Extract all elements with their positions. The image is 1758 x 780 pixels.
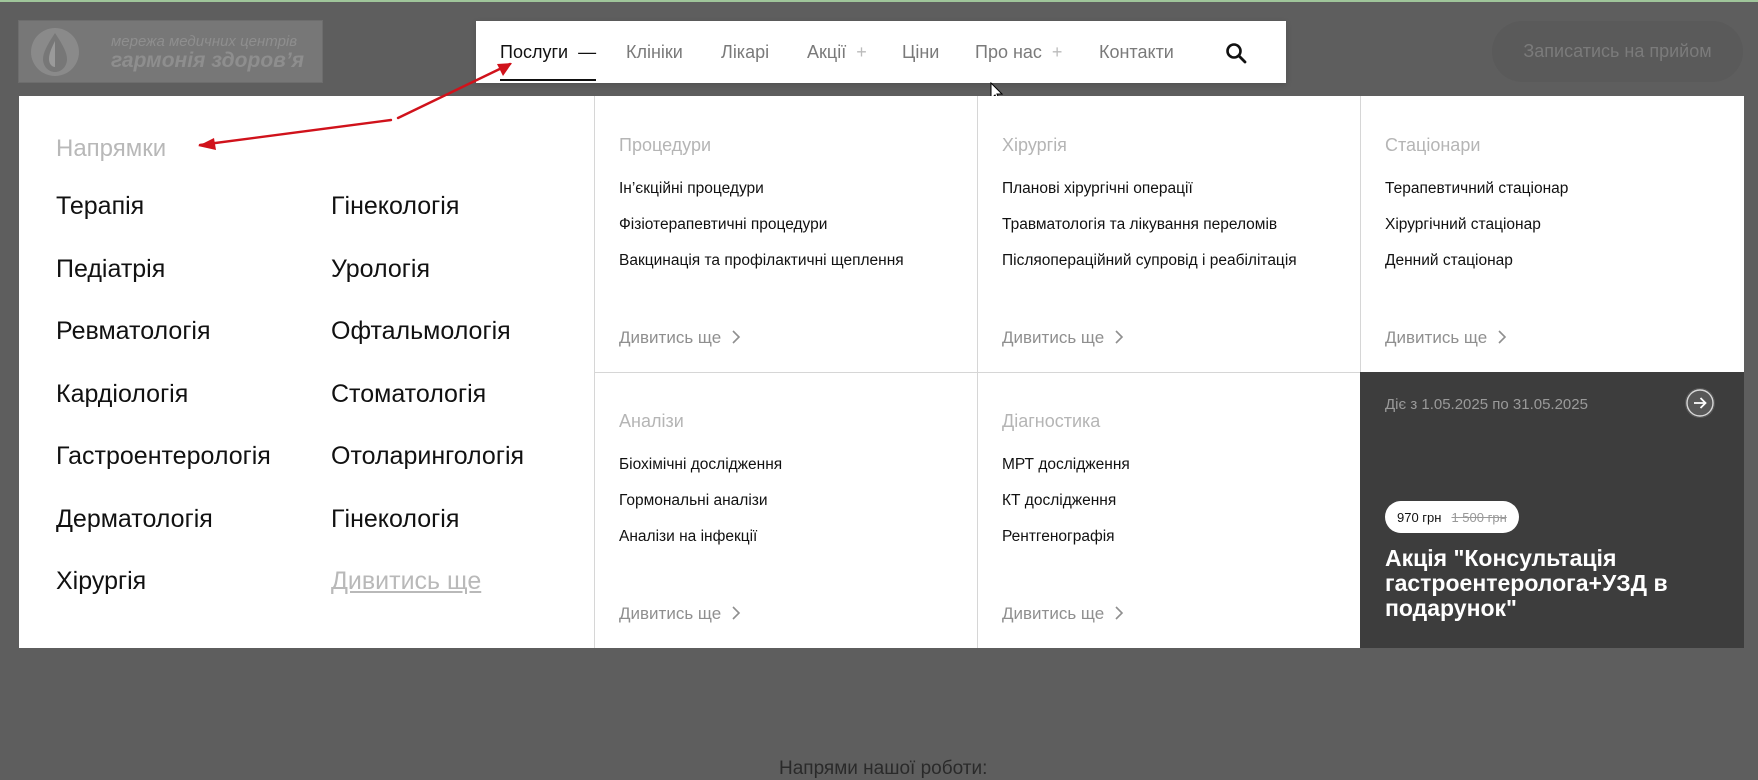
price-new: 970 грн <box>1397 509 1442 525</box>
promo-card[interactable]: Діє з 1.05.2025 по 31.05.2025 970 грн 1 … <box>1360 372 1744 648</box>
direction-link[interactable]: Гінекологія <box>331 192 459 221</box>
direction-link[interactable]: Дерматологія <box>56 505 213 534</box>
nav-item-label: Ціни <box>902 42 940 62</box>
price-old: 1 500 грн <box>1451 509 1507 525</box>
nav-item-label: Лікарі <box>721 42 770 62</box>
see-more-label: Дивитись ще <box>1002 328 1105 347</box>
see-more-label: Дивитись ще <box>619 328 722 347</box>
see-more-link[interactable]: Дивитись ще <box>1002 328 1124 348</box>
nav-item-clinics[interactable]: Клініки <box>626 42 683 63</box>
section-link[interactable]: Вакцинація та профілактичні щеплення <box>619 252 904 270</box>
price-badge: 970 грн 1 500 грн <box>1385 501 1519 533</box>
section-link[interactable]: Аналізи на інфекції <box>619 528 757 546</box>
section-heading: Напрями нашої роботи: <box>779 758 988 779</box>
chevron-right-icon <box>1498 330 1507 344</box>
section-title: Аналізи <box>619 411 684 431</box>
nav-item-label: Контакти <box>1099 42 1174 62</box>
nav-item-services[interactable]: Послуги — <box>500 42 596 63</box>
arrow-right-icon[interactable] <box>1685 388 1715 418</box>
section-surgery: Хірургія Планові хірургічні операції Тра… <box>977 96 1360 372</box>
direction-link[interactable]: Урологія <box>331 255 430 284</box>
section-inpatient: Стаціонари Терапевтичний стаціонар Хірур… <box>1360 96 1744 372</box>
see-more-label: Дивитись ще <box>1385 328 1488 347</box>
plus-icon: + <box>856 42 867 62</box>
see-more-label: Дивитись ще <box>619 604 722 623</box>
logo[interactable]: мережа медичних центрів гармонія здоров’… <box>18 20 323 83</box>
section-link[interactable]: Біохімічні дослідження <box>619 456 782 474</box>
see-more-link[interactable]: Дивитись ще <box>619 604 741 624</box>
section-link[interactable]: Травматологія та лікування переломів <box>1002 216 1277 234</box>
section-link[interactable]: Хірургічний стаціонар <box>1385 216 1541 234</box>
chevron-right-icon <box>1115 606 1124 620</box>
nav-item-about[interactable]: Про нас + <box>975 42 1062 63</box>
see-more-link[interactable]: Дивитись ще <box>1002 604 1124 624</box>
section-link[interactable]: Гормональні аналізи <box>619 492 768 510</box>
logo-drop-icon <box>31 28 79 76</box>
direction-link[interactable]: Гастроентерологія <box>56 442 271 471</box>
chevron-right-icon <box>732 330 741 344</box>
section-link[interactable]: Фізіотерапевтичні процедури <box>619 216 827 234</box>
promo-date: Діє з 1.05.2025 по 31.05.2025 <box>1385 396 1588 413</box>
direction-link[interactable]: Хірургія <box>56 567 146 596</box>
see-more-link[interactable]: Дивитись ще <box>619 328 741 348</box>
section-link[interactable]: Ін’єкційні процедури <box>619 180 764 198</box>
section-analyses: Аналізи Біохімічні дослідження Гормональ… <box>594 372 977 648</box>
logo-tagline: мережа медичних центрів <box>111 33 298 50</box>
see-more-label: Дивитись ще <box>1002 604 1105 623</box>
minus-icon: — <box>578 42 597 62</box>
direction-link[interactable]: Стоматологія <box>331 380 486 409</box>
section-link[interactable]: Терапевтичний стаціонар <box>1385 180 1568 198</box>
section-link[interactable]: Планові хірургічні операції <box>1002 180 1193 198</box>
direction-link[interactable]: Педіатрія <box>56 255 165 284</box>
section-title: Стаціонари <box>1385 135 1481 155</box>
section-diagnostics: Діагностика МРТ дослідження КТ досліджен… <box>977 372 1360 648</box>
section-link[interactable]: КТ дослідження <box>1002 492 1116 510</box>
nav-item-label: Послуги <box>500 42 569 62</box>
direction-link[interactable]: Гінекологія <box>331 505 459 534</box>
book-appointment-button[interactable]: Записатись на прийом <box>1492 21 1743 82</box>
section-link[interactable]: Рентгенографія <box>1002 528 1115 546</box>
section-title: Діагностика <box>1002 411 1101 431</box>
promo-title: Акція "Консультація гастроентеролога+УЗД… <box>1385 545 1668 621</box>
directions-heading: Напрямки <box>56 135 167 162</box>
nav-item-prices[interactable]: Ціни <box>902 42 939 63</box>
direction-link[interactable]: Офтальмологія <box>331 317 511 346</box>
see-more-link[interactable]: Дивитись ще <box>1385 328 1507 348</box>
section-title: Процедури <box>619 135 712 155</box>
top-accent-line <box>0 0 1758 2</box>
section-link[interactable]: Денний стаціонар <box>1385 252 1513 270</box>
main-nav: Послуги — Клініки Лікарі Акції + Ціни Про … <box>476 21 1286 83</box>
directions-more-link[interactable]: Дивитись ще <box>331 567 481 596</box>
nav-item-promotions[interactable]: Акції + <box>807 42 867 63</box>
nav-item-label: Про нас <box>975 42 1042 62</box>
nav-item-label: Акції <box>807 42 847 62</box>
search-icon[interactable] <box>1224 41 1248 65</box>
logo-name: гармонія здоров’я <box>111 49 305 72</box>
chevron-right-icon <box>732 606 741 620</box>
nav-item-doctors[interactable]: Лікарі <box>721 42 769 63</box>
section-link[interactable]: МРТ дослідження <box>1002 456 1130 474</box>
plus-icon: + <box>1051 42 1063 62</box>
nav-item-label: Клініки <box>626 42 683 62</box>
direction-link[interactable]: Кардіологія <box>56 380 188 409</box>
section-title: Хірургія <box>1002 135 1067 155</box>
direction-link[interactable]: Терапія <box>56 192 144 221</box>
services-mega-menu: Напрямки Терапія Педіатрія Ревматологія … <box>19 96 1744 648</box>
direction-link[interactable]: Отоларингологія <box>331 442 524 471</box>
active-tab-underline <box>500 79 596 81</box>
direction-link[interactable]: Ревматологія <box>56 317 211 346</box>
section-procedures: Процедури Ін’єкційні процедури Фізіотера… <box>594 96 977 372</box>
chevron-right-icon <box>1115 330 1124 344</box>
section-link[interactable]: Післяопераційний супровід і реабілітація <box>1002 252 1297 270</box>
nav-item-contacts[interactable]: Контакти <box>1099 42 1174 63</box>
